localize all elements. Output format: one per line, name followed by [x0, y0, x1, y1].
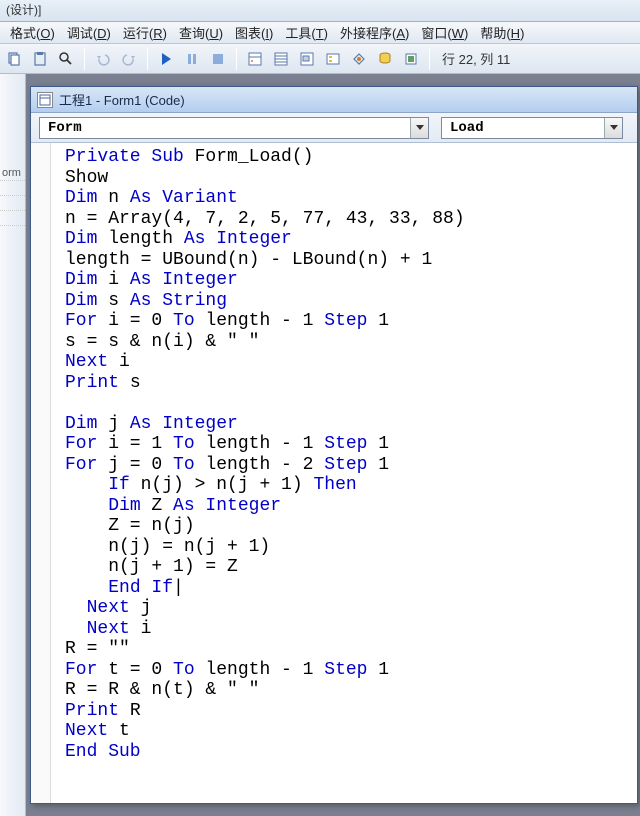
code-window-title: 工程1 - Form1 (Code) [59, 90, 185, 109]
cursor-position: 行 22, 列 11 [442, 49, 510, 68]
left-panel-item[interactable]: orm [0, 166, 25, 181]
code-window-icon [37, 92, 53, 108]
code-dropdown-row: Form Load [31, 113, 637, 143]
menu-item[interactable]: 帮助(H) [474, 21, 530, 44]
properties-icon[interactable] [269, 47, 293, 71]
menu-item[interactable]: 查询(U) [173, 21, 229, 44]
window-title-fragment: (设计)] [0, 0, 640, 22]
procedure-dropdown-value: Load [442, 120, 604, 136]
mdi-workspace: 工程1 - Form1 (Code) Form Load Private Sub… [26, 74, 640, 816]
component-icon[interactable] [399, 47, 423, 71]
menu-item[interactable]: 窗口(W) [415, 21, 474, 44]
copy-icon[interactable] [2, 47, 26, 71]
data-view-icon[interactable] [373, 47, 397, 71]
menu-item[interactable]: 运行(R) [117, 21, 173, 44]
left-panel-item [0, 181, 25, 196]
menu-item[interactable]: 外接程序(A) [334, 21, 415, 44]
code-gutter [31, 143, 51, 803]
procedure-dropdown[interactable]: Load [441, 117, 623, 139]
menu-item[interactable]: 格式(O) [4, 21, 61, 44]
left-panel: orm [0, 74, 26, 816]
code-window-titlebar[interactable]: 工程1 - Form1 (Code) [31, 87, 637, 113]
paste-icon[interactable] [28, 47, 52, 71]
find-icon[interactable] [54, 47, 78, 71]
object-dropdown-value: Form [40, 120, 410, 136]
stop-icon[interactable] [206, 47, 230, 71]
project-explorer-icon[interactable] [243, 47, 267, 71]
code-editor[interactable]: Private Sub Form_Load() Show Dim n As Va… [31, 143, 637, 803]
left-panel-item [0, 196, 25, 211]
toolbar: 行 22, 列 11 [0, 44, 640, 74]
object-dropdown[interactable]: Form [39, 117, 429, 139]
run-icon[interactable] [154, 47, 178, 71]
left-panel-item [0, 211, 25, 226]
redo-icon[interactable] [117, 47, 141, 71]
pause-icon[interactable] [180, 47, 204, 71]
code-window: 工程1 - Form1 (Code) Form Load Private Sub… [30, 86, 638, 804]
form-layout-icon[interactable] [295, 47, 319, 71]
toolbox-icon[interactable] [347, 47, 371, 71]
chevron-down-icon [410, 118, 428, 138]
chevron-down-icon [604, 118, 622, 138]
undo-icon[interactable] [91, 47, 115, 71]
menu-item[interactable]: 调试(D) [61, 21, 117, 44]
menu-item[interactable]: 工具(T) [279, 21, 334, 44]
code-text[interactable]: Private Sub Form_Load() Show Dim n As Va… [65, 147, 633, 762]
object-browser-icon[interactable] [321, 47, 345, 71]
menu-item[interactable]: 图表(I) [229, 21, 279, 44]
menu-bar: 格式(O)调试(D)运行(R)查询(U)图表(I)工具(T)外接程序(A)窗口(… [0, 22, 640, 44]
